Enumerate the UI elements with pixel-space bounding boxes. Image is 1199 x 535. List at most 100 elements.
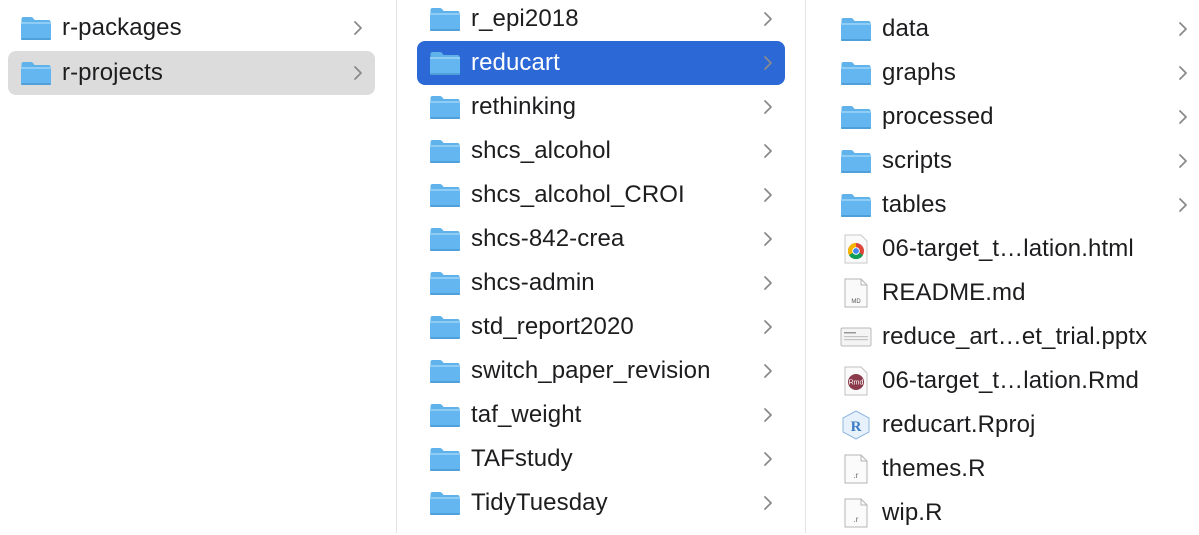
chevron-right-icon [351, 64, 365, 82]
chevron-right-icon [761, 186, 775, 204]
folder-icon [429, 138, 461, 164]
rmd-file-icon: Rmd [840, 366, 872, 396]
folder-icon [429, 490, 461, 516]
row-label: reduce_art…et_trial.pptx [882, 323, 1148, 350]
row-label: shcs-842-crea [471, 225, 625, 252]
folder-icon [429, 94, 461, 120]
chevron-right-icon [761, 406, 775, 424]
chevron-right-icon [761, 450, 775, 468]
row-label: taf_weight [471, 401, 582, 428]
row-label: graphs [882, 59, 956, 86]
row-label: switch_paper_revision [471, 357, 711, 384]
folder-row-r-epi2018[interactable]: r_epi2018 [417, 0, 785, 41]
row-label: 06-target_t…lation.Rmd [882, 367, 1139, 394]
row-label: r-packages [62, 14, 182, 41]
row-label: shcs-admin [471, 269, 595, 296]
folder-row-shcs-842-crea[interactable]: shcs-842-crea [417, 217, 785, 261]
folder-icon [20, 15, 52, 41]
folder-row-shcs-alcohol[interactable]: shcs_alcohol [417, 129, 785, 173]
folder-icon [840, 104, 872, 130]
row-label: themes.R [882, 455, 986, 482]
folder-icon [840, 60, 872, 86]
folder-row-shcs-alcohol-croi[interactable]: shcs_alcohol_CROI [417, 173, 785, 217]
row-label: README.md [882, 279, 1026, 306]
folder-row-scripts[interactable]: scripts [840, 139, 1190, 183]
folder-row-data[interactable]: data [840, 7, 1190, 51]
chevron-right-icon [761, 98, 775, 116]
svg-text:.r: .r [854, 471, 859, 480]
browser-column-2: r_epi2018 reducart rethinking shcs_alcoh… [397, 0, 805, 533]
folder-icon [429, 314, 461, 340]
folder-icon [429, 6, 461, 32]
chevron-right-icon [1176, 152, 1190, 170]
file-row-pptx[interactable]: reduce_art…et_trial.pptx [840, 315, 1190, 359]
file-row-rmd[interactable]: Rmd 06-target_t…lation.Rmd [840, 359, 1190, 403]
folder-row-processed[interactable]: processed [840, 95, 1190, 139]
row-label: processed [882, 103, 994, 130]
chevron-right-icon [1176, 196, 1190, 214]
browser-column-1: r-packages r-projects [0, 0, 396, 533]
folder-row-tafstudy[interactable]: TAFstudy [417, 437, 785, 481]
folder-icon [429, 50, 461, 76]
row-label: std_report2020 [471, 313, 634, 340]
folder-row-r-projects[interactable]: r-projects [8, 51, 375, 95]
row-label: r_epi2018 [471, 5, 579, 32]
folder-row-taf-weight[interactable]: taf_weight [417, 393, 785, 437]
folder-row-std-report2020[interactable]: std_report2020 [417, 305, 785, 349]
row-label: reducart.Rproj [882, 411, 1036, 438]
folder-icon [429, 182, 461, 208]
folder-icon [840, 192, 872, 218]
svg-text:MD: MD [851, 299, 861, 305]
file-row-rproj[interactable]: R reducart.Rproj [840, 403, 1190, 447]
folder-row-shcs-admin[interactable]: shcs-admin [417, 261, 785, 305]
row-label: shcs_alcohol [471, 137, 611, 164]
chrome-html-file-icon [840, 234, 872, 264]
svg-text:Rmd: Rmd [849, 380, 864, 387]
file-row-themes-r[interactable]: .r themes.R [840, 447, 1190, 491]
folder-row-r-packages[interactable]: r-packages [8, 6, 375, 50]
row-label: 06-target_t…lation.html [882, 235, 1134, 262]
chevron-right-icon [761, 230, 775, 248]
file-row-readme[interactable]: MD README.md [840, 271, 1190, 315]
row-label: data [882, 15, 930, 42]
rproj-file-icon: R [840, 410, 872, 440]
folder-row-graphs[interactable]: graphs [840, 51, 1190, 95]
folder-icon [429, 358, 461, 384]
chevron-right-icon [761, 54, 775, 72]
folder-icon [840, 148, 872, 174]
chevron-right-icon [1176, 108, 1190, 126]
r-script-file-icon: .r [840, 454, 872, 484]
browser-column-3: data graphs processed scripts tables 06-… [806, 0, 1199, 533]
folder-row-tidytuesday[interactable]: TidyTuesday [417, 481, 785, 525]
chevron-right-icon [761, 10, 775, 28]
row-label: TidyTuesday [471, 489, 608, 516]
row-label: tables [882, 191, 947, 218]
folder-row-reducart[interactable]: reducart [417, 41, 785, 85]
folder-icon [840, 16, 872, 42]
folder-row-tables[interactable]: tables [840, 183, 1190, 227]
chevron-right-icon [351, 19, 365, 37]
folder-icon [429, 402, 461, 428]
row-label: shcs_alcohol_CROI [471, 181, 685, 208]
row-label: TAFstudy [471, 445, 573, 472]
row-label: r-projects [62, 59, 164, 86]
folder-icon [429, 270, 461, 296]
folder-row-switch-paper-revision[interactable]: switch_paper_revision [417, 349, 785, 393]
folder-icon [429, 446, 461, 472]
row-label: rethinking [471, 93, 577, 120]
file-row-html[interactable]: 06-target_t…lation.html [840, 227, 1190, 271]
r-script-file-icon: .r [840, 498, 872, 528]
svg-text:R: R [851, 419, 862, 435]
chevron-right-icon [761, 318, 775, 336]
row-label: scripts [882, 147, 953, 174]
chevron-right-icon [761, 494, 775, 512]
chevron-right-icon [1176, 64, 1190, 82]
file-row-wip-r[interactable]: .r wip.R [840, 491, 1190, 535]
pptx-file-icon [840, 324, 872, 350]
folder-icon [20, 60, 52, 86]
row-label: reducart [471, 49, 560, 76]
folder-row-rethinking[interactable]: rethinking [417, 85, 785, 129]
chevron-right-icon [1176, 20, 1190, 38]
row-label: wip.R [882, 499, 943, 526]
chevron-right-icon [761, 274, 775, 292]
